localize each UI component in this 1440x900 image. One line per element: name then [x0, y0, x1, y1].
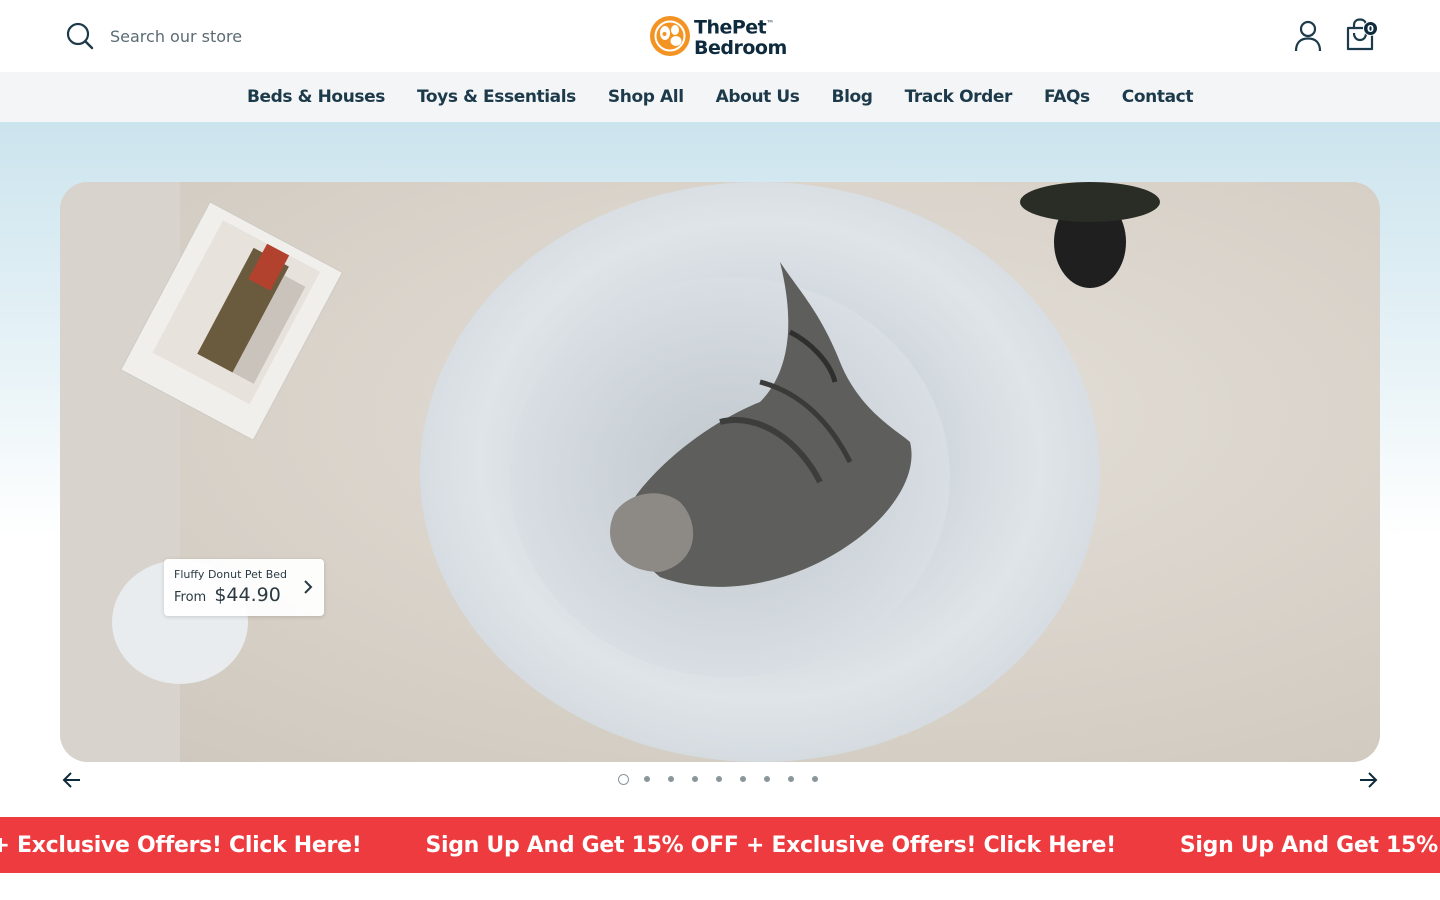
slide-dot-5[interactable] [716, 776, 722, 782]
nav-item-beds-houses[interactable]: Beds & Houses [247, 87, 385, 107]
hero-slide-image[interactable]: Fluffy Donut Pet Bed From $44.90 [60, 182, 1380, 762]
logo-trademark: ™ [766, 19, 774, 29]
slide-dot-8[interactable] [788, 776, 794, 782]
nav-item-shop-all[interactable]: Shop All [608, 87, 684, 107]
promo-text: Sign Up And Get 15% OFF + Exclusive Offe… [1179, 832, 1440, 858]
account-icon[interactable] [1294, 20, 1322, 52]
logo-line-1: ThePet [694, 16, 767, 39]
slide-dot-7[interactable] [764, 776, 770, 782]
nav-item-blog[interactable]: Blog [832, 87, 873, 107]
nav-item-faqs[interactable]: FAQs [1044, 87, 1090, 107]
slide-dot-4[interactable] [692, 776, 698, 782]
nav-item-toys-essentials[interactable]: Toys & Essentials [417, 87, 576, 107]
promo-marquee-track: Sign Up And Get 15% OFF + Exclusive Offe… [0, 817, 1440, 873]
logo-wordmark: ThePet™ Bedroom [694, 14, 787, 59]
promo-text: Sign Up And Get 15% OFF + Exclusive Offe… [425, 832, 1116, 858]
search-icon[interactable] [66, 22, 94, 50]
price-from-label: From [174, 590, 207, 605]
cart-button[interactable]: 0 [1344, 18, 1378, 52]
slide-dot-9[interactable] [812, 776, 818, 782]
product-hotspot-tag[interactable]: Fluffy Donut Pet Bed From $44.90 [164, 559, 324, 616]
previous-slide-arrow-icon[interactable] [62, 770, 82, 790]
slide-dot-3[interactable] [668, 776, 674, 782]
nav-item-about-us[interactable]: About Us [716, 87, 800, 107]
cart-count-badge: 0 [1363, 21, 1378, 36]
nav-item-track-order[interactable]: Track Order [905, 87, 1013, 107]
search-bar[interactable]: Search our store [66, 20, 242, 52]
cat-on-donut-bed-image [60, 182, 1380, 762]
logo-line-2: Bedroom [694, 36, 787, 59]
site-logo[interactable]: ThePet™ Bedroom [649, 14, 787, 58]
nav-item-contact[interactable]: Contact [1122, 87, 1194, 107]
hero-slideshow: Fluffy Donut Pet Bed From $44.90 [0, 122, 1440, 817]
promo-text: Sign Up And Get 15% OFF + Exclusive Offe… [0, 832, 362, 858]
slide-dot-6[interactable] [740, 776, 746, 782]
product-price: $44.90 [214, 584, 281, 606]
chevron-right-icon [304, 580, 313, 594]
slide-dot-1[interactable] [618, 773, 629, 785]
slide-pagination [618, 773, 836, 785]
signup-promo-banner[interactable]: Sign Up And Get 15% OFF + Exclusive Offe… [0, 817, 1440, 873]
main-nav: Beds & Houses Toys & Essentials Shop All… [0, 72, 1440, 122]
next-slide-arrow-icon[interactable] [1358, 770, 1378, 790]
site-header: Search our store ThePet™ Bedroom 0 [0, 0, 1440, 72]
search-input[interactable]: Search our store [110, 27, 242, 46]
paw-logo-icon [650, 16, 690, 56]
slide-dot-2[interactable] [644, 776, 650, 782]
